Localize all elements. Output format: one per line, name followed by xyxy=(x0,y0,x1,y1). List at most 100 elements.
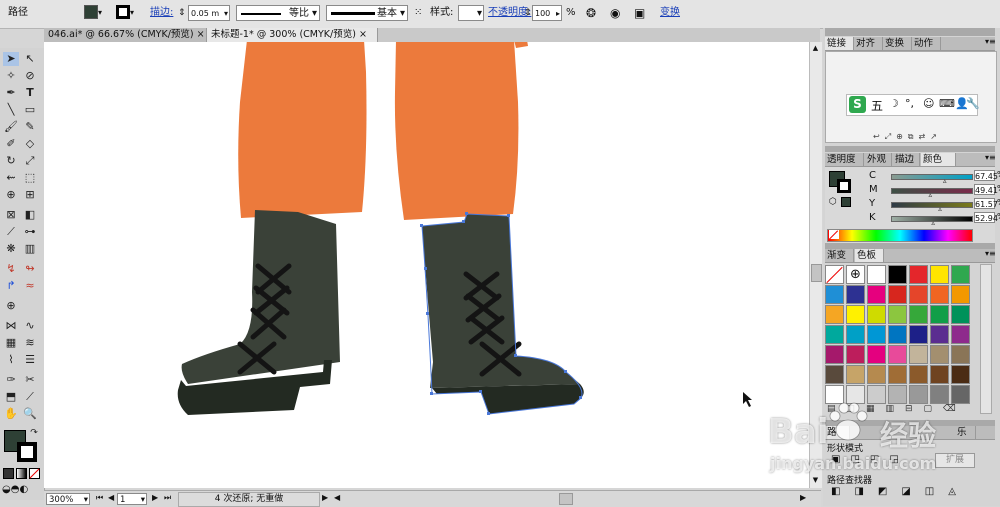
swatch[interactable] xyxy=(846,325,865,344)
pathfinder-buttons[interactable]: ◧◨◩◪◫◬ xyxy=(831,486,991,498)
crosshair-tool-icon[interactable]: ⊕ xyxy=(3,299,19,313)
custom-tool-b-icon[interactable]: ↬ xyxy=(22,262,38,276)
tab-other[interactable]: 乐 xyxy=(955,426,976,439)
artboard-tool-icon[interactable]: ⬒ xyxy=(3,390,19,404)
list-tool-icon[interactable]: ☰ xyxy=(22,353,38,367)
swatch[interactable] xyxy=(846,285,865,304)
draw-normal-icon[interactable]: ◒ xyxy=(2,484,11,495)
none-color-icon[interactable] xyxy=(828,230,839,240)
color-spectrum[interactable] xyxy=(827,229,973,242)
swatch[interactable] xyxy=(909,325,928,344)
draw-inside-icon[interactable]: ◐ xyxy=(19,484,28,495)
swatch[interactable] xyxy=(951,345,970,364)
close-icon[interactable]: × xyxy=(359,29,367,40)
chevron-down-icon[interactable]: ▾ xyxy=(130,8,134,17)
panel-header-bar[interactable] xyxy=(825,146,995,152)
selection-tool-icon[interactable]: ➤ xyxy=(3,52,19,66)
prev-artboard-icon[interactable]: ◀ xyxy=(108,493,114,502)
registration-swatch-icon[interactable]: ⊕ xyxy=(846,265,865,284)
chevron-down-icon[interactable]: ▸ xyxy=(556,6,560,22)
scroll-left-icon[interactable]: ◀ xyxy=(334,493,340,502)
brush-definition-select[interactable]: 基本 ▾ xyxy=(326,5,408,21)
swatch[interactable] xyxy=(867,325,886,344)
tab-swatches[interactable]: 色板 xyxy=(855,249,884,262)
swatch[interactable] xyxy=(846,345,865,364)
color-stroke-box[interactable] xyxy=(837,179,851,193)
fill-color-control[interactable]: ▾ xyxy=(84,5,102,21)
blend-tool-icon[interactable]: ⊶ xyxy=(22,225,38,239)
close-icon[interactable]: × xyxy=(197,29,205,40)
artboard-number-field[interactable]: 1 ▾ xyxy=(117,493,147,505)
stroke-swatch[interactable] xyxy=(116,5,130,19)
perspective-grid-tool-icon[interactable]: ⊞ xyxy=(22,188,38,202)
opacity-stepper-icon[interactable]: ⇕ xyxy=(524,5,532,21)
doc-tab-1[interactable]: 046.ai* @ 66.67% (CMYK/预览) × xyxy=(44,28,207,42)
swatch[interactable] xyxy=(930,285,949,304)
swatch[interactable] xyxy=(930,385,949,404)
eraser-tool-icon[interactable]: ◇ xyxy=(22,137,38,151)
scroll-thumb[interactable] xyxy=(811,264,822,282)
tab-links[interactable]: 链接 xyxy=(825,37,854,50)
punctuation-icon[interactable]: °, xyxy=(905,97,914,110)
swatch[interactable] xyxy=(909,305,928,324)
first-artboard-icon[interactable]: ⏮ xyxy=(96,493,103,503)
tab-gradient[interactable]: 渐变 xyxy=(825,249,854,262)
slider-thumb-icon[interactable]: ▵ xyxy=(931,219,935,227)
c-slider[interactable]: ▵ xyxy=(891,174,973,185)
chevron-down-icon[interactable]: ▾ xyxy=(224,6,228,22)
chevron-down-icon[interactable]: ▾ xyxy=(400,6,405,22)
next-artboard-icon[interactable]: ▶ xyxy=(152,493,158,502)
color-icon[interactable] xyxy=(3,468,14,479)
swatch[interactable] xyxy=(867,345,886,364)
symbol-sprayer-tool-icon[interactable]: ❋ xyxy=(3,242,19,256)
custom-tool-a-icon[interactable]: ↯ xyxy=(3,262,19,276)
swatch[interactable] xyxy=(930,305,949,324)
align-icon[interactable]: ▣ xyxy=(634,5,645,21)
swatch[interactable] xyxy=(909,265,928,284)
chevron-down-icon[interactable]: ▾ xyxy=(84,494,88,506)
panel-header-bar[interactable] xyxy=(825,28,995,36)
none-swatch-icon[interactable] xyxy=(825,265,844,284)
width-tool-icon[interactable]: ⇜ xyxy=(3,171,19,185)
swatch[interactable] xyxy=(909,365,928,384)
swatch[interactable] xyxy=(951,365,970,384)
graphic-style-icon[interactable]: ⁙ xyxy=(414,5,422,21)
fill-swatch[interactable] xyxy=(84,5,98,19)
measure-tool-icon[interactable]: ✑ xyxy=(3,373,19,387)
swatch[interactable] xyxy=(930,365,949,384)
swatch[interactable] xyxy=(909,385,928,404)
panel-menu-icon[interactable]: ▾≡ xyxy=(985,37,996,46)
swatch[interactable] xyxy=(951,265,970,284)
y-slider[interactable]: ▵ xyxy=(891,202,973,213)
tab-stroke[interactable]: 描边 xyxy=(893,153,920,166)
m-value-field[interactable]: 49.41 xyxy=(974,184,998,195)
swatch[interactable] xyxy=(888,365,907,384)
shape-builder-tool-icon[interactable]: ⊕ xyxy=(3,188,19,202)
panel-menu-icon[interactable]: ▾≡ xyxy=(985,249,996,258)
scroll-up-icon[interactable]: ▲ xyxy=(811,44,820,52)
rectangle-tool-icon[interactable]: ▭ xyxy=(22,103,38,117)
gradient-icon[interactable] xyxy=(16,468,27,479)
magic-wand-tool-icon[interactable]: ✧ xyxy=(3,69,19,83)
swatch[interactable] xyxy=(846,365,865,384)
custom-tool-d-icon[interactable]: ≈ xyxy=(22,279,38,293)
swatch[interactable] xyxy=(846,305,865,324)
hand-tool-icon[interactable]: ✋ xyxy=(3,407,19,421)
line-tool-icon[interactable]: ╲ xyxy=(3,103,19,117)
eyedropper-tool-icon[interactable]: ⟋ xyxy=(3,225,19,239)
smiley-icon[interactable]: ☺ xyxy=(923,97,934,110)
last-color-swatch[interactable] xyxy=(841,197,851,207)
tab-actions[interactable]: 动作 xyxy=(912,37,941,50)
direct-selection-tool-icon[interactable]: ↖ xyxy=(22,52,38,66)
paintbrush-tool-icon[interactable]: 🖌 xyxy=(3,120,19,134)
swatch[interactable] xyxy=(825,345,844,364)
custom-tool-c-icon[interactable]: ↱ xyxy=(3,279,19,293)
swatch-scrollbar[interactable] xyxy=(980,264,992,414)
k-slider[interactable]: ▵ xyxy=(891,216,973,227)
transform-link[interactable]: 变换 xyxy=(660,5,680,21)
swatch[interactable] xyxy=(930,345,949,364)
swatch[interactable] xyxy=(867,265,886,284)
recolor-artwork-icon[interactable]: ❂ xyxy=(586,5,596,21)
m-slider[interactable]: ▵ xyxy=(891,188,973,199)
chevron-down-icon[interactable]: ▾ xyxy=(312,6,317,22)
